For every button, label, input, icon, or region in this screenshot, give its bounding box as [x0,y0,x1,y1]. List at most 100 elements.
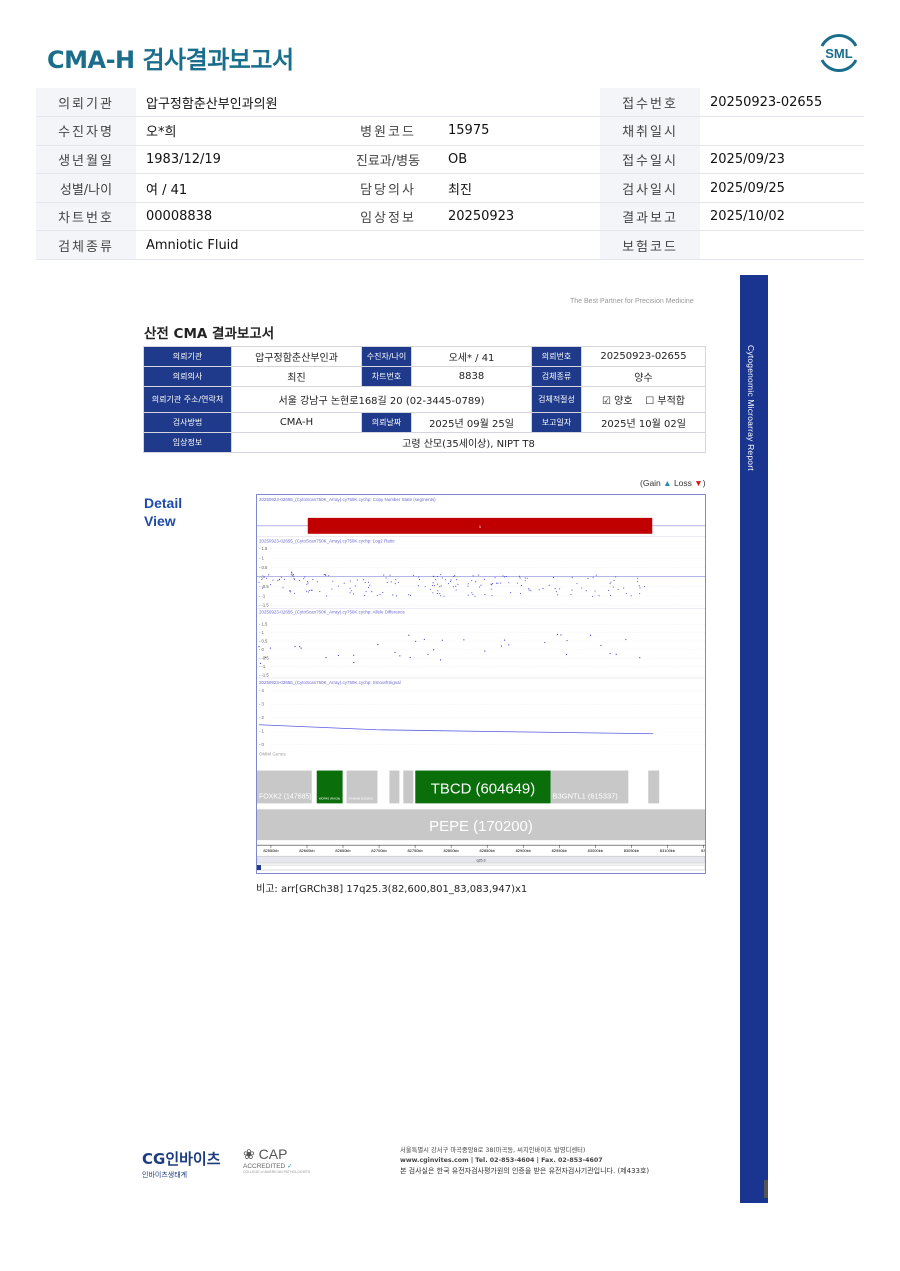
footer-address: 서울특별시 강서구 마곡중앙8로 38(마곡동, 씨지인바이츠 발영디센터) w… [400,1146,649,1176]
log2-point [382,591,384,594]
gain-icon: ▲ [663,478,672,488]
allele-point [258,646,260,648]
log2-point [278,578,280,580]
log2-point [390,581,392,583]
axis-tick-label: 82550kb [263,848,279,853]
log2-point [528,589,530,591]
allele-point [269,647,272,649]
panel-title-smooth: 20250923-02655_(CytoScan750K_Array).cy75… [259,680,401,685]
legend-loss-label: Loss [671,478,695,488]
log2-point [636,581,639,583]
log2-point [363,579,365,581]
log2-point [332,580,334,582]
checked-icon: ☑ [601,396,611,407]
log2-point [444,579,447,581]
log2-point [323,574,325,576]
log2-point [392,594,394,596]
log2-point [449,580,451,582]
log2-point [289,590,291,592]
allele-point [353,654,355,656]
tick-label: - 2 [259,715,265,720]
inner-value: 20250923-02655 [581,346,706,367]
inner-label: 의뢰의사 [143,366,232,387]
log2-point [555,591,557,593]
inner-label: 검체종류 [531,366,582,387]
tick-label: - 1 [259,555,265,560]
log2-point [395,595,397,597]
log2-point [354,585,356,587]
allele-point [408,634,410,636]
axis-tick-label: 82800kb [444,848,460,853]
allele-point [294,645,296,648]
unchecked-icon: ☐ [645,396,655,407]
log2-point [484,578,486,580]
log2-point [429,588,431,590]
allele-point [415,640,417,642]
loss-icon: ▼ [694,478,703,488]
inner-value: 고령 산모(35세이상), NIPT T8 [231,432,706,453]
log2-point [261,587,263,589]
value-sex-age: 여 / 41 [136,173,338,203]
panel-title-allele: 20250923-02655_(CytoScan750K_Array).cy75… [259,609,406,614]
log2-point [474,595,476,597]
log2-point [494,577,496,579]
log2-point [328,575,330,577]
axis-tick-label: 82850kb [480,848,496,853]
log2-point [290,574,292,576]
log2-point [397,581,399,583]
axis-tick-label: 82600kb [299,848,315,853]
log2-point [353,593,355,595]
tick-label: - -0.5 [259,655,269,660]
log2-point [559,588,561,590]
value-request-org: 압구정함춘산부인과의원 [136,88,600,118]
allele-point [560,634,562,636]
inner-row: 임상정보 고령 산모(35세이상), NIPT T8 [143,432,706,453]
log2-point [594,590,596,592]
allele-point [423,638,425,641]
label-patient-name: 수진자명 [36,116,136,146]
tick-label: - 1 [259,729,265,734]
log2-point [365,590,367,592]
allele-point [639,657,641,659]
log2-point [367,586,370,588]
cap-icon: ❀ [243,1146,255,1162]
log2-point [437,583,439,585]
allele-ticks: - 1.5 - 1 - 0.5 - 0 - -0.5 - -1 - -1.5 [259,622,705,677]
value-hospital-code: 15975 [438,116,600,146]
log2-point [542,588,544,590]
log2-point [435,579,437,581]
sml-logo: SML [820,33,858,73]
inner-label: 검사방법 [143,412,232,433]
allele-point [589,634,592,636]
log2-point [502,575,504,577]
log2-point [293,577,295,579]
log2-point [436,592,438,595]
inner-label: 의뢰기관 주소/연락처 [143,386,232,413]
log2-point [356,579,358,581]
label-sex-age: 성별/나이 [36,173,136,203]
label-insurance-code: 보험코드 [600,230,700,261]
log2-point [306,590,308,592]
log2-point [270,584,272,586]
allele-point [600,644,602,647]
log2-point [610,581,612,583]
tick-label: - -1.5 [259,603,269,608]
detail-title-line: Detail [144,495,183,511]
label-request-org: 의뢰기관 [36,88,136,118]
value-receipt-date: 2025/09/23 [700,145,864,175]
allele-point [394,651,396,653]
detail-view-title: Detail View [144,494,182,530]
log2-point [306,581,308,583]
log2-point [293,578,295,580]
allele-point [484,650,486,652]
log2-point [307,582,309,584]
genes-label: OMIM Genes [259,752,286,757]
log2-point [471,592,473,594]
log2-point [637,578,639,580]
log2-point [454,575,456,577]
value-specimen: Amniotic Fluid [136,230,600,261]
log2-point [520,584,522,587]
log2-point [585,590,587,592]
log2-point [439,586,441,588]
log2-point [598,595,600,597]
